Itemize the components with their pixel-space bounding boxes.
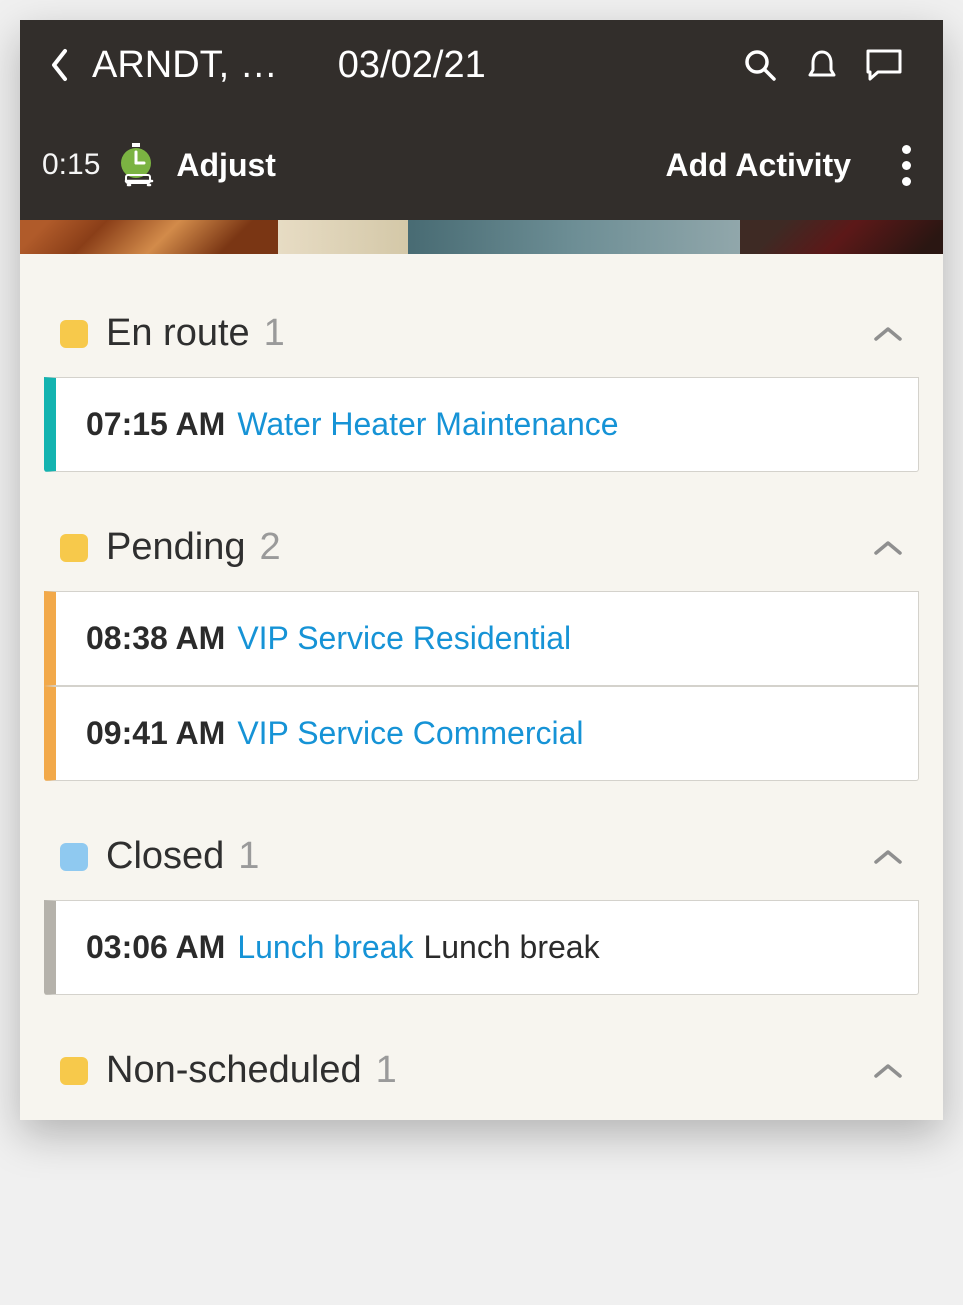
add-activity-button[interactable]: Add Activity bbox=[666, 147, 852, 184]
notifications-button[interactable] bbox=[791, 48, 853, 82]
section-count: 1 bbox=[376, 1049, 397, 1092]
section-header-en-route[interactable]: En route 1 bbox=[44, 264, 919, 377]
back-button[interactable] bbox=[40, 48, 80, 82]
decorative-banner bbox=[20, 220, 943, 254]
status-color-swatch bbox=[60, 320, 88, 348]
activity-link[interactable]: VIP Service Residential bbox=[237, 620, 571, 657]
search-icon bbox=[743, 48, 777, 82]
chat-button[interactable] bbox=[853, 48, 915, 82]
stopwatch-icon bbox=[114, 141, 162, 189]
status-color-swatch bbox=[60, 843, 88, 871]
adjust-button[interactable]: Adjust bbox=[176, 147, 276, 184]
chevron-left-icon bbox=[50, 48, 70, 82]
activity-time: 08:38 AM bbox=[86, 620, 225, 657]
chevron-up-icon bbox=[873, 539, 903, 557]
chevron-up-icon bbox=[873, 1062, 903, 1080]
activity-time: 03:06 AM bbox=[86, 929, 225, 966]
activity-card[interactable]: 03:06 AM Lunch break Lunch break bbox=[44, 900, 919, 995]
activity-link[interactable]: Lunch break bbox=[237, 929, 413, 966]
activity-card[interactable]: 09:41 AM VIP Service Commercial bbox=[44, 686, 919, 781]
section-header-non-scheduled[interactable]: Non-scheduled 1 bbox=[44, 1001, 919, 1114]
chevron-up-icon bbox=[873, 848, 903, 866]
page-title: ARNDT, … bbox=[92, 44, 278, 87]
section-name: Non-scheduled bbox=[106, 1049, 362, 1092]
activity-extra: Lunch break bbox=[423, 929, 599, 966]
dots-icon bbox=[902, 145, 911, 154]
activity-time: 09:41 AM bbox=[86, 715, 225, 752]
status-color-swatch bbox=[60, 534, 88, 562]
section-name: Pending bbox=[106, 526, 245, 569]
section-count: 1 bbox=[264, 312, 285, 355]
section-header-closed[interactable]: Closed 1 bbox=[44, 787, 919, 900]
timer-value: 0:15 bbox=[42, 148, 100, 182]
activity-card[interactable]: 07:15 AM Water Heater Maintenance bbox=[44, 377, 919, 472]
search-button[interactable] bbox=[729, 48, 791, 82]
chat-icon bbox=[865, 48, 903, 82]
section-count: 1 bbox=[238, 835, 259, 878]
more-menu-button[interactable] bbox=[891, 145, 921, 186]
page-date: 03/02/21 bbox=[338, 44, 486, 87]
activity-card[interactable]: 08:38 AM VIP Service Residential bbox=[44, 591, 919, 686]
activity-link[interactable]: VIP Service Commercial bbox=[237, 715, 583, 752]
activity-time: 07:15 AM bbox=[86, 406, 225, 443]
chevron-up-icon bbox=[873, 325, 903, 343]
section-count: 2 bbox=[259, 526, 280, 569]
activity-link[interactable]: Water Heater Maintenance bbox=[237, 406, 618, 443]
section-name: Closed bbox=[106, 835, 224, 878]
bell-icon bbox=[805, 48, 839, 82]
status-color-swatch bbox=[60, 1057, 88, 1085]
section-header-pending[interactable]: Pending 2 bbox=[44, 478, 919, 591]
section-name: En route bbox=[106, 312, 250, 355]
